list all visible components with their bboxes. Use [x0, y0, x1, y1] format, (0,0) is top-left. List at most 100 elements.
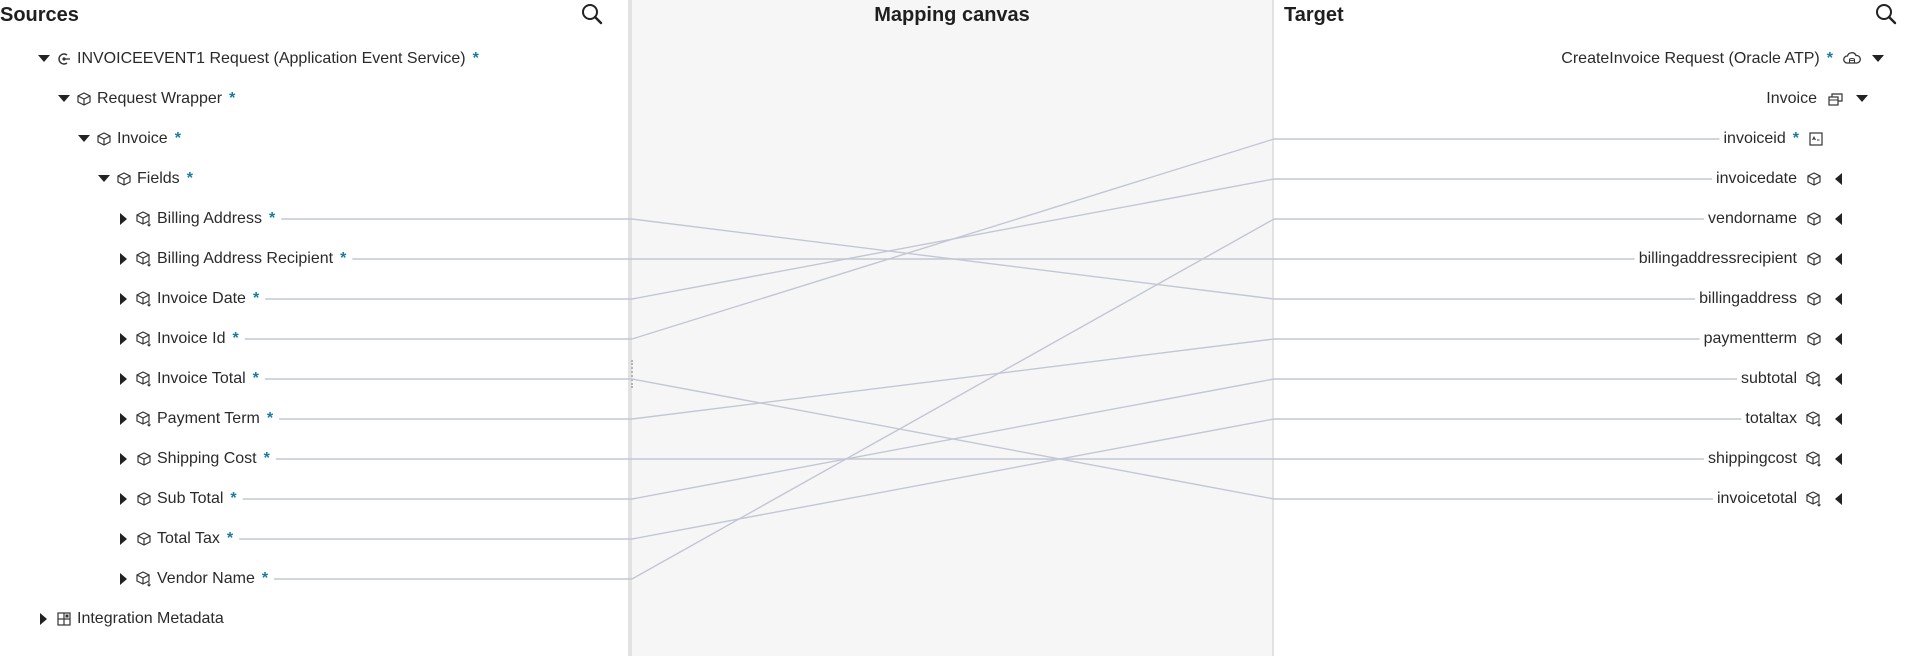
- source-field-row[interactable]: Payment Term *: [117, 403, 273, 435]
- source-field-row[interactable]: Total Tax *: [117, 523, 233, 555]
- collapse-left-icon[interactable]: [1827, 333, 1849, 345]
- element-list-icon: [135, 290, 153, 308]
- source-field-row[interactable]: Vendor Name *: [117, 563, 268, 595]
- integration-metadata-row[interactable]: Integration Metadata: [37, 603, 224, 635]
- collapse-left-icon[interactable]: [1827, 213, 1849, 225]
- collapse-left-icon[interactable]: [1827, 373, 1849, 385]
- source-field-row[interactable]: Invoice Date *: [117, 283, 259, 315]
- source-root-row[interactable]: INVOICEEVENT1 Request (Application Event…: [37, 43, 479, 75]
- source-field-label: Billing Address Recipient: [157, 250, 334, 267]
- chevron-right-icon[interactable]: [117, 412, 131, 426]
- chevron-right-icon[interactable]: [117, 492, 131, 506]
- collapse-left-icon[interactable]: [1827, 493, 1849, 505]
- element-list-icon: [135, 250, 153, 268]
- required-indicator: *: [263, 450, 270, 467]
- source-wrapper-row[interactable]: Request Wrapper *: [57, 83, 235, 115]
- collapse-left-icon[interactable]: [1827, 453, 1849, 465]
- cube-icon: [1805, 330, 1823, 348]
- target-field-label: invoicedate: [1716, 170, 1797, 187]
- target-field-row[interactable]: shippingcost: [1708, 443, 1849, 475]
- target-field-row[interactable]: paymentterm: [1704, 323, 1849, 355]
- target-field-row[interactable]: invoiceid *: [1724, 123, 1830, 155]
- chevron-right-icon[interactable]: [117, 372, 131, 386]
- chevron-right-icon[interactable]: [37, 612, 51, 626]
- cloud-database-icon: [1843, 50, 1861, 68]
- cube-icon: [75, 90, 93, 108]
- target-field-label: billingaddress: [1699, 290, 1797, 307]
- chevron-right-icon[interactable]: [117, 532, 131, 546]
- target-root-row[interactable]: CreateInvoice Request (Oracle ATP) *: [1561, 43, 1885, 75]
- source-field-row[interactable]: Invoice Id *: [117, 323, 239, 355]
- target-field-row[interactable]: billingaddressrecipient: [1639, 243, 1849, 275]
- sources-panel: Sources INVOICEEVENT1 Request (Applicati…: [0, 0, 630, 656]
- source-field-row[interactable]: Shipping Cost *: [117, 443, 270, 475]
- required-indicator: *: [226, 530, 234, 547]
- collapse-left-icon[interactable]: [1827, 173, 1849, 185]
- chevron-right-icon[interactable]: [117, 452, 131, 466]
- required-indicator: *: [232, 330, 239, 347]
- mapping-canvas[interactable]: Mapping canvas: [630, 0, 1274, 656]
- target-field-row[interactable]: invoicedate: [1716, 163, 1849, 195]
- element-list-icon: [135, 570, 153, 588]
- cube-icon: [95, 130, 113, 148]
- source-field-label: Invoice Total: [157, 370, 246, 387]
- required-indicator: *: [252, 290, 260, 307]
- target-field-label: shippingcost: [1708, 450, 1797, 467]
- chevron-right-icon[interactable]: [117, 572, 131, 586]
- chevron-right-icon[interactable]: [117, 332, 131, 346]
- element-list-icon: [1805, 490, 1823, 508]
- required-indicator: *: [268, 210, 276, 227]
- chevron-down-icon[interactable]: [37, 52, 51, 66]
- sources-search-icon[interactable]: [580, 2, 606, 28]
- cube-icon: [135, 490, 153, 508]
- target-field-row[interactable]: totaltax: [1745, 403, 1849, 435]
- chevron-down-icon[interactable]: [97, 172, 111, 186]
- target-field-row[interactable]: billingaddress: [1699, 283, 1849, 315]
- required-indicator: *: [230, 490, 237, 507]
- target-search-icon[interactable]: [1874, 2, 1900, 28]
- target-field-label: billingaddressrecipient: [1638, 250, 1797, 267]
- element-list-icon: [1805, 450, 1823, 468]
- chevron-right-icon[interactable]: [117, 292, 131, 306]
- target-field-label: totaltax: [1745, 410, 1797, 427]
- cube-icon: [135, 450, 153, 468]
- collapse-left-icon[interactable]: [1827, 253, 1849, 265]
- resize-grip[interactable]: [631, 360, 636, 388]
- collapse-left-icon[interactable]: [1827, 413, 1849, 425]
- cube-icon: [1805, 290, 1823, 308]
- required-indicator: *: [261, 570, 269, 587]
- chevron-down-icon[interactable]: [77, 132, 91, 146]
- canvas-title: Mapping canvas: [874, 4, 1030, 26]
- target-field-label: invoicetotal: [1716, 490, 1797, 507]
- element-list-icon: [135, 330, 153, 348]
- source-field-row[interactable]: Billing Address *: [117, 203, 275, 235]
- chevron-down-icon[interactable]: [1871, 52, 1885, 66]
- source-field-row[interactable]: Invoice Total *: [117, 363, 259, 395]
- required-indicator: *: [229, 90, 236, 107]
- target-field-row[interactable]: subtotal: [1741, 363, 1849, 395]
- chevron-down-icon[interactable]: [57, 92, 71, 106]
- required-indicator: *: [174, 130, 181, 147]
- target-field-row[interactable]: vendorname: [1708, 203, 1849, 235]
- chevron-right-icon[interactable]: [117, 252, 131, 266]
- target-field-label: invoiceid: [1723, 130, 1786, 147]
- target-field-row[interactable]: invoicetotal: [1717, 483, 1849, 515]
- left-pane-divider[interactable]: [628, 0, 632, 656]
- collapse-left-icon[interactable]: [1827, 293, 1849, 305]
- source-field-row[interactable]: Billing Address Recipient *: [117, 243, 346, 275]
- cube-icon: [135, 530, 153, 548]
- chevron-down-icon[interactable]: [1855, 92, 1869, 106]
- event-service-icon: [55, 50, 73, 68]
- chevron-right-icon[interactable]: [117, 212, 131, 226]
- source-field-label: Vendor Name: [157, 570, 255, 587]
- target-field-label: paymentterm: [1703, 330, 1797, 347]
- source-field-row[interactable]: Sub Total *: [117, 483, 237, 515]
- element-list-icon: [135, 370, 153, 388]
- source-fields-row[interactable]: Fields *: [97, 163, 193, 195]
- source-field-label: Payment Term: [157, 410, 260, 427]
- cube-icon: [115, 170, 133, 188]
- target-field-label: subtotal: [1740, 370, 1797, 387]
- source-invoice-row[interactable]: Invoice *: [77, 123, 181, 155]
- target-invoice-row[interactable]: Invoice: [1766, 83, 1869, 115]
- target-root-label: CreateInvoice Request (Oracle ATP): [1561, 50, 1820, 67]
